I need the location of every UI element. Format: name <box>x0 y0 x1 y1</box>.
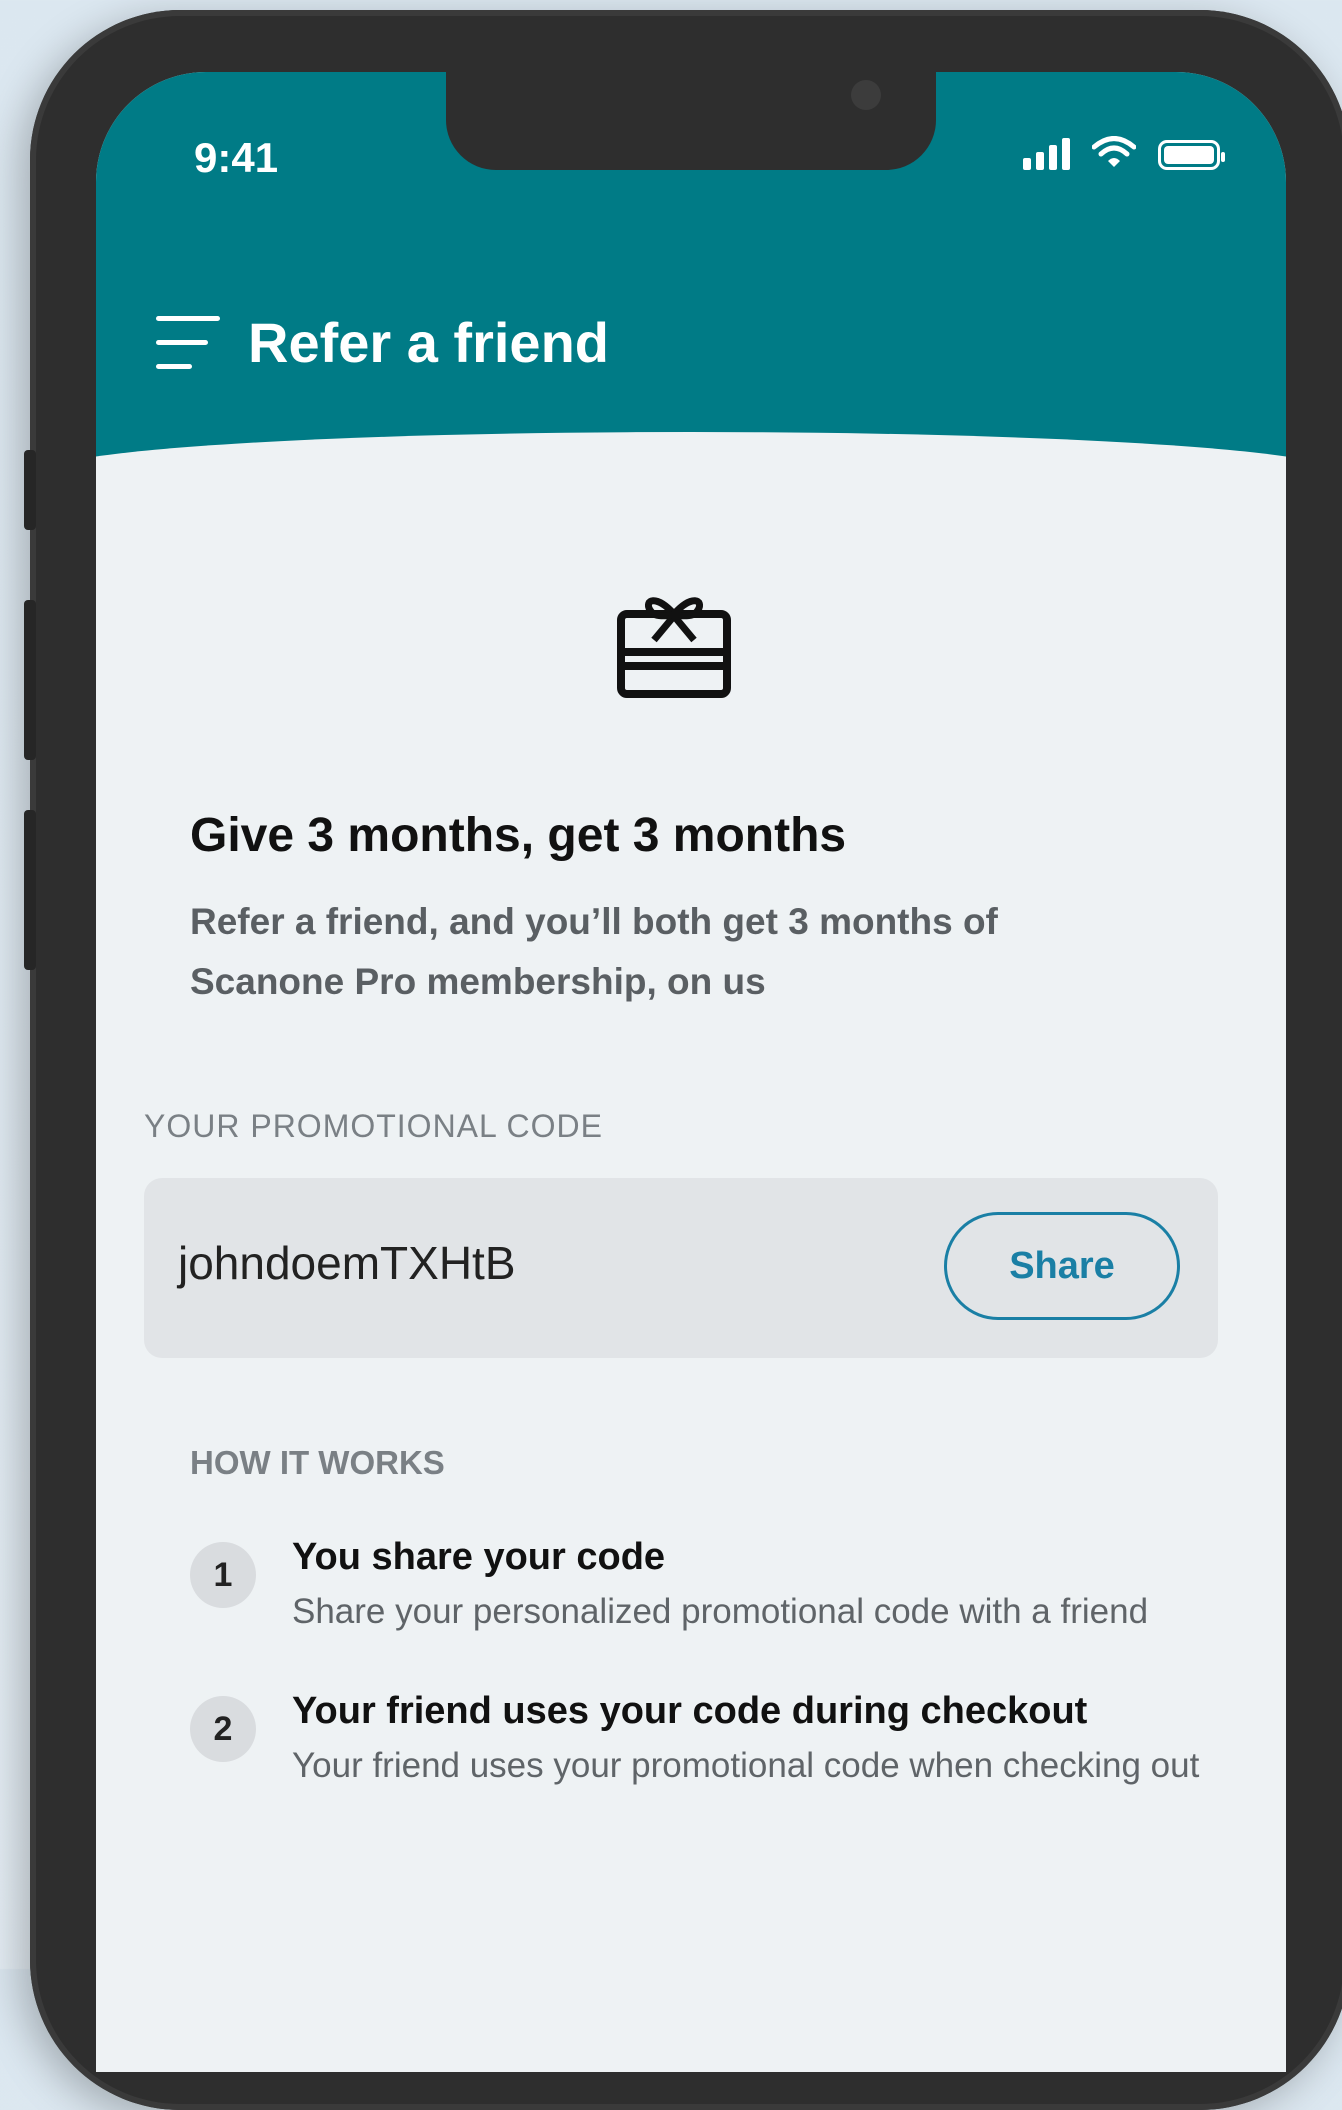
header-curve <box>96 432 1286 512</box>
camera <box>851 80 881 110</box>
step-number-badge: 1 <box>190 1542 256 1608</box>
signal-icon <box>1023 136 1070 170</box>
menu-icon[interactable] <box>156 312 220 370</box>
step-title: Your friend uses your code during checko… <box>292 1690 1088 1732</box>
gift-card-icon <box>617 597 731 698</box>
mute-switch <box>24 450 36 530</box>
promo-code-value: johndoemTXHtB <box>178 1237 516 1289</box>
wifi-icon <box>1092 136 1136 167</box>
battery-icon <box>1158 140 1225 170</box>
share-button[interactable]: Share <box>944 1212 1180 1320</box>
status-time: 9:41 <box>194 134 279 181</box>
step-description: Share your personalized promotional code… <box>292 1592 1149 1631</box>
page-title: Refer a friend <box>248 311 609 374</box>
app-screen: 9:41 Refer a friend Give 3 months, get 3… <box>96 72 1286 2072</box>
promo-code-box: johndoemTXHtB Share <box>144 1178 1218 1358</box>
step-number-badge: 2 <box>190 1696 256 1762</box>
volume-down-button <box>24 810 36 970</box>
step-title: You share your code <box>292 1536 666 1578</box>
promo-description: Refer a friend, and you’ll both get 3 mo… <box>190 901 998 1002</box>
notch <box>446 72 936 170</box>
volume-up-button <box>24 600 36 760</box>
step-description: Your friend uses your promotional code w… <box>292 1746 1200 1785</box>
promo-headline: Give 3 months, get 3 months <box>190 809 847 862</box>
how-it-works-label: HOW IT WORKS <box>190 1444 445 1481</box>
promo-code-label: YOUR PROMOTIONAL CODE <box>144 1108 603 1144</box>
status-icons <box>1023 136 1225 170</box>
